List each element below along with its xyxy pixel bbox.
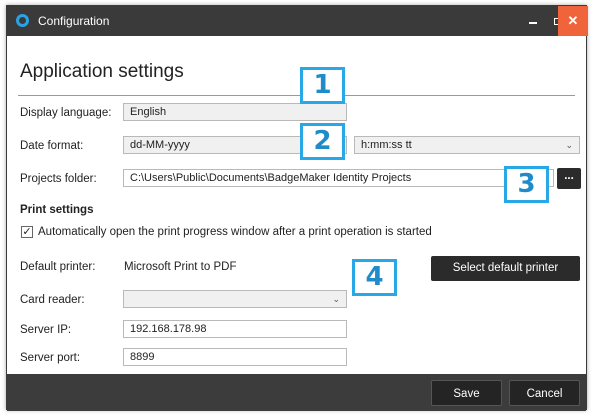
card-reader-label: Card reader: <box>20 294 85 306</box>
time-format-select[interactable]: h:mm:ss tt ⌄ <box>354 136 580 154</box>
close-button[interactable]: ✕ <box>558 6 588 36</box>
projects-folder-input[interactable]: C:\Users\Public\Documents\BadgeMaker Ide… <box>123 169 554 187</box>
page-title: Application settings <box>20 61 184 82</box>
display-language-label: Display language: <box>20 107 112 119</box>
heading-divider <box>18 95 575 96</box>
auto-open-label[interactable]: Automatically open the print progress wi… <box>38 226 432 238</box>
auto-open-checkbox[interactable]: ✓ <box>21 226 33 238</box>
server-ip-input[interactable]: 192.168.178.98 <box>123 320 347 338</box>
minimize-icon <box>529 22 537 24</box>
callout-4: 4 <box>352 259 397 296</box>
callout-1: 1 <box>300 67 345 104</box>
default-printer-label: Default printer: <box>20 261 96 273</box>
settings-content: Application settings Display language: E… <box>7 36 586 374</box>
display-language-value: English <box>130 106 167 118</box>
cancel-button[interactable]: Cancel <box>509 380 580 406</box>
chevron-down-icon: ⌄ <box>332 294 340 304</box>
chevron-down-icon: ⌄ <box>565 140 573 150</box>
server-port-value: 8899 <box>130 351 155 363</box>
display-language-select[interactable]: English <box>123 103 347 121</box>
projects-folder-value: C:\Users\Public\Documents\BadgeMaker Ide… <box>130 172 412 184</box>
browse-folder-button[interactable]: ... <box>557 168 581 189</box>
server-ip-label: Server IP: <box>20 324 72 336</box>
callout-3: 3 <box>504 166 549 203</box>
window-title: Configuration <box>38 14 110 28</box>
server-ip-value: 192.168.178.98 <box>130 323 207 335</box>
print-settings-heading: Print settings <box>20 204 94 216</box>
default-printer-value: Microsoft Print to PDF <box>124 261 237 273</box>
title-bar[interactable]: Configuration ✕ <box>7 6 588 36</box>
time-format-value: h:mm:ss tt <box>361 139 412 151</box>
save-button[interactable]: Save <box>431 380 502 406</box>
server-port-label: Server port: <box>20 352 81 364</box>
checkmark-icon: ✓ <box>22 226 32 238</box>
app-logo-icon <box>16 14 29 27</box>
callout-2: 2 <box>300 123 345 160</box>
configuration-window: Configuration ✕ Application settings Dis… <box>6 5 588 411</box>
close-icon: ✕ <box>567 13 579 28</box>
date-format-value: dd-MM-yyyy <box>130 139 190 151</box>
server-port-input[interactable]: 8899 <box>123 348 347 366</box>
dialog-footer: Save Cancel <box>7 374 586 411</box>
projects-folder-label: Projects folder: <box>20 173 97 185</box>
date-format-label: Date format: <box>20 140 84 152</box>
select-default-printer-button[interactable]: Select default printer <box>431 256 580 281</box>
card-reader-select[interactable]: ⌄ <box>123 290 347 308</box>
